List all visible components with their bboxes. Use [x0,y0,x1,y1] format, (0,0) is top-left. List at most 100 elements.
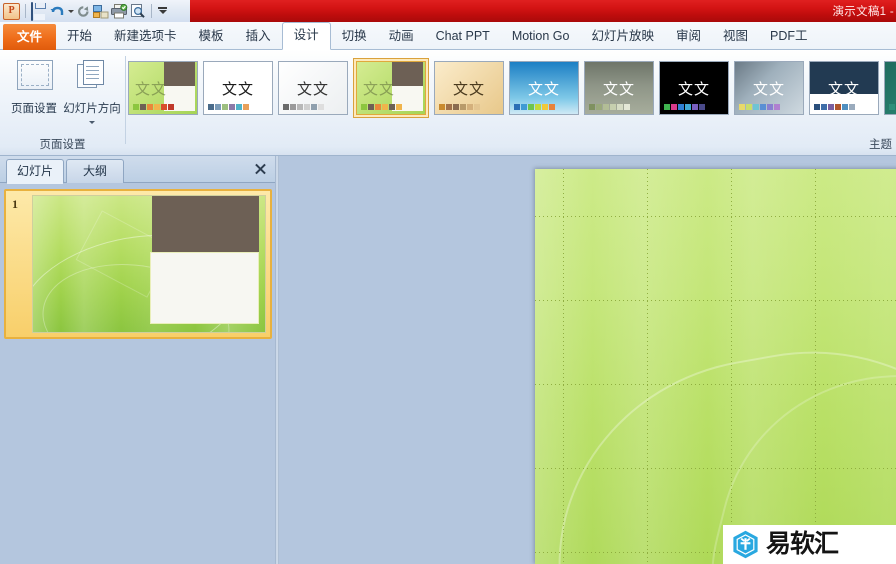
theme-color-palette [514,104,555,110]
slide-grid-line-vertical [731,169,732,564]
redo-icon[interactable] [76,4,91,19]
tab-outline[interactable]: 大纲 [66,159,124,183]
ribbon-tab-label: 模板 [198,29,224,43]
ribbon-tab-13[interactable]: PDF工 [759,23,819,50]
ribbon: 页面设置 幻灯片方向 页面设置 文文文文文文文文文文文文文文文文文文文文文文 主… [0,50,896,156]
ribbon-tab-7[interactable]: 动画 [378,23,425,50]
ribbon-tab-label: 开始 [67,29,93,43]
undo-dropdown-icon[interactable] [67,4,74,19]
ribbon-tab-label: 文件 [17,30,43,44]
window-title-bar-background: 演示文稿1 - [190,0,896,22]
theme-color-palette [889,104,896,110]
ribbon-tab-6[interactable]: 切换 [331,23,378,50]
theme-teal[interactable]: 文文 [884,61,896,115]
ribbon-tab-5[interactable]: 设计 [281,22,331,50]
ribbon-tab-label: 视图 [723,29,749,43]
ribbon-group-themes: 文文文文文文文文文文文文文文文文文文文文文文 主题 [126,50,896,154]
quick-access-toolbar: P [0,0,168,22]
group-label-themes: 主题 [869,139,892,151]
slide-grid-line-horizontal [535,300,896,301]
print-preview-icon[interactable] [130,3,146,19]
save-icon[interactable] [31,1,48,21]
yiruanhui-logo-icon [732,530,759,559]
theme-color-palette [814,104,855,110]
theme-silver[interactable]: 文文 [734,61,804,115]
ribbon-tab-label: 插入 [245,29,271,43]
slide-editing-area: 易软汇 [279,156,896,564]
ribbon-tab-label: PDF工 [770,29,808,43]
watermark: 易软汇 [723,525,896,564]
ribbon-tab-2[interactable]: 新建选项卡 [103,23,188,50]
ribbon-tab-label: 新建选项卡 [114,29,177,43]
slide-number: 1 [12,197,18,211]
ribbon-tab-3[interactable]: 模板 [188,23,235,50]
slide-grid-line-horizontal [535,468,896,469]
theme-navy[interactable]: 文文 [809,61,879,115]
print-icon[interactable] [111,3,128,19]
page-setup-button[interactable]: 页面设置 [6,56,62,128]
workspace: 幻灯片 大纲 1 易软汇 [0,156,896,564]
slide-grid-line-vertical [647,169,648,564]
theme-color-palette [361,104,402,110]
qat-divider-2 [151,4,152,18]
tab-slides[interactable]: 幻灯片 [6,159,64,184]
theme-aspect-tan[interactable]: 文文 [434,61,504,115]
close-icon[interactable] [252,160,269,177]
ribbon-tab-9[interactable]: Motion Go [501,23,581,50]
theme-apex-green-2[interactable]: 文文 [356,61,426,115]
ribbon-tab-label: Motion Go [511,29,570,43]
slide-orientation-label: 幻灯片方向 [63,103,121,115]
chevron-down-icon[interactable] [89,121,95,124]
ribbon-tab-strip: 文件 开始 新建选项卡 模板 插入 设计 切换 动画 Chat PPT Motion Go 幻灯片放… [0,22,896,50]
slide-thumbnail-canvas [32,195,266,333]
ribbon-tab-10[interactable]: 幻灯片放映 [580,23,665,50]
ribbon-tab-4[interactable]: 插入 [235,23,282,50]
slide-grid-line-horizontal [535,384,896,385]
theme-color-palette [283,104,324,110]
theme-color-palette [133,104,174,110]
theme-sky-blue[interactable]: 文文 [509,61,579,115]
slide-thumbnail-item[interactable]: 1 [4,189,272,339]
theme-grayscale[interactable]: 文文 [278,61,348,115]
ribbon-tab-label: Chat PPT [435,29,490,43]
ribbon-tab-12[interactable]: 视图 [712,23,759,50]
slide-navigator-pane: 幻灯片 大纲 1 [0,156,275,564]
powerpoint-window: P 演示文稿1 - 文件 开始 新建选项卡 模板 插入 设计 切换 动画 Cha… [0,0,896,564]
theme-color-palette [589,104,630,110]
theme-color-palette [739,104,780,110]
slide-orientation-icon [77,60,107,88]
ribbon-tab-label: 动画 [388,29,414,43]
ribbon-tab-1[interactable]: 开始 [56,23,103,50]
ribbon-group-page-setup: 页面设置 幻灯片方向 页面设置 [0,50,125,154]
ribbon-tab-0[interactable]: 文件 [3,24,57,50]
theme-metal-gray[interactable]: 文文 [584,61,654,115]
current-slide-canvas[interactable] [535,169,896,564]
ribbon-tab-8[interactable]: Chat PPT [425,23,501,50]
theme-black[interactable]: 文文 [659,61,729,115]
thumbnail-body-placeholder [150,251,259,325]
theme-apex-green[interactable]: 文文 [128,61,198,115]
ribbon-tab-label: 审阅 [676,29,702,43]
ribbon-tab-label: 幻灯片放映 [591,29,654,43]
new-slide-icon[interactable] [93,4,109,19]
theme-color-palette [439,104,480,110]
theme-office[interactable]: 文文 [203,61,273,115]
ribbon-tab-11[interactable]: 审阅 [665,23,712,50]
theme-color-palette [208,104,249,110]
slide-orientation-button[interactable]: 幻灯片方向 [63,56,121,128]
ribbon-tab-label: 设计 [293,28,319,42]
theme-color-palette [664,104,705,110]
slide-grid-line-horizontal [535,216,896,217]
ppt-logo-icon[interactable]: P [3,2,20,20]
undo-icon[interactable] [50,4,65,19]
thumbnail-title-placeholder [152,196,259,252]
slide-grid-line-vertical [815,169,816,564]
window-title: 演示文稿1 - [832,6,894,18]
tab-slides-label: 幻灯片 [16,164,53,178]
theme-gallery[interactable]: 文文文文文文文文文文文文文文文文文文文文文文 [128,57,896,119]
slide-grid-line-vertical [563,169,564,564]
customize-qat-icon[interactable] [157,4,168,19]
tab-outline-label: 大纲 [82,164,107,178]
page-setup-icon [17,60,53,90]
title-bar: P 演示文稿1 - [0,0,896,22]
